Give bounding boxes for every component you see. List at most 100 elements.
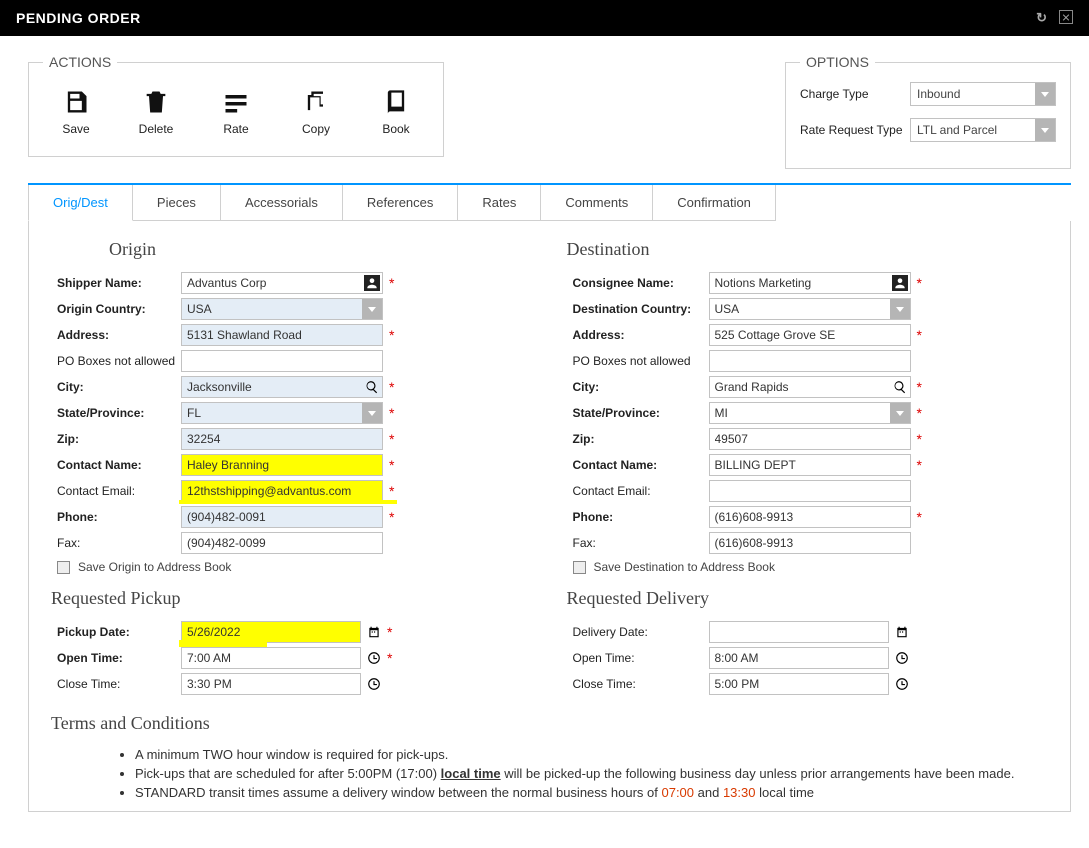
destination-phone-input[interactable] [709, 506, 911, 528]
pickup-close-label: Close Time: [57, 677, 181, 691]
origin-contact-email-input[interactable] [181, 480, 383, 502]
clock-icon[interactable] [893, 675, 911, 693]
destination-column: Destination Consignee Name: * Destinatio… [567, 235, 1049, 699]
origin-pobox-label: PO Boxes not allowed [57, 354, 181, 368]
save-origin-checkbox[interactable] [57, 561, 70, 574]
delivery-date-input[interactable] [709, 621, 889, 643]
pickup-open-input[interactable] [181, 647, 361, 669]
window-title: PENDING ORDER [16, 10, 141, 26]
calendar-icon[interactable] [365, 623, 383, 641]
destination-state-label: State/Province: [573, 406, 709, 420]
tab-strip: Orig/Dest Pieces Accessorials References… [28, 183, 1071, 221]
book-button[interactable]: Book [371, 88, 421, 136]
chevron-down-icon [1035, 83, 1055, 105]
pickup-date-label: Pickup Date: [57, 625, 181, 639]
tab-accessorials[interactable]: Accessorials [221, 185, 343, 221]
tab-references[interactable]: References [343, 185, 458, 221]
rate-button[interactable]: Rate [211, 88, 261, 136]
origin-phone-label: Phone: [57, 510, 181, 524]
save-icon [62, 88, 90, 116]
destination-fax-input[interactable] [709, 532, 911, 554]
options-legend: OPTIONS [800, 54, 875, 70]
origin-city-label: City: [57, 380, 181, 394]
book-icon [382, 88, 410, 116]
close-icon[interactable] [1059, 10, 1073, 24]
clock-icon[interactable] [365, 649, 383, 667]
chevron-down-icon [1035, 119, 1055, 141]
pickup-close-input[interactable] [181, 673, 361, 695]
tab-confirmation[interactable]: Confirmation [653, 185, 776, 221]
delivery-close-label: Close Time: [573, 677, 709, 691]
origin-contact-name-label: Contact Name: [57, 458, 181, 472]
destination-contact-name-input[interactable] [709, 454, 911, 476]
clock-icon[interactable] [365, 675, 383, 693]
origin-address-input[interactable] [181, 324, 383, 346]
chevron-down-icon [890, 403, 910, 423]
delivery-date-label: Delivery Date: [573, 625, 709, 639]
actions-legend: ACTIONS [43, 54, 117, 70]
contact-lookup-icon[interactable] [364, 275, 380, 291]
tab-panel-orig-dest: Origin Shipper Name: * Origin Country: U… [28, 221, 1071, 812]
destination-phone-label: Phone: [573, 510, 709, 524]
destination-state-select[interactable]: MI [709, 402, 911, 424]
destination-contact-email-input[interactable] [709, 480, 911, 502]
charge-type-label: Charge Type [800, 87, 910, 101]
destination-pobox-label: PO Boxes not allowed [573, 354, 709, 368]
origin-pobox-input[interactable] [181, 350, 383, 372]
tab-pieces[interactable]: Pieces [133, 185, 221, 221]
destination-pobox-input[interactable] [709, 350, 911, 372]
chevron-down-icon [362, 299, 382, 319]
charge-type-select[interactable]: Inbound [910, 82, 1056, 106]
delivery-open-input[interactable] [709, 647, 889, 669]
delete-button[interactable]: Delete [131, 88, 181, 136]
tab-orig-dest[interactable]: Orig/Dest [28, 185, 133, 221]
destination-fax-label: Fax: [573, 536, 709, 550]
save-destination-label: Save Destination to Address Book [594, 560, 775, 574]
window-header: PENDING ORDER ↻ [0, 0, 1089, 36]
origin-contact-name-input[interactable] [181, 454, 383, 476]
copy-button[interactable]: Copy [291, 88, 341, 136]
origin-state-select[interactable]: FL [181, 402, 383, 424]
highlight-annotation [179, 500, 397, 504]
contact-lookup-icon[interactable] [892, 275, 908, 291]
destination-country-select[interactable]: USA [709, 298, 911, 320]
clock-icon[interactable] [893, 649, 911, 667]
destination-heading: Destination [567, 239, 1049, 260]
tab-comments[interactable]: Comments [541, 185, 653, 221]
options-fieldset: OPTIONS Charge Type Inbound Rate Request… [785, 54, 1071, 169]
origin-fax-label: Fax: [57, 536, 181, 550]
terms-section: Terms and Conditions A minimum TWO hour … [51, 713, 1048, 803]
delete-icon [142, 88, 170, 116]
origin-heading: Origin [109, 239, 533, 260]
delivery-close-input[interactable] [709, 673, 889, 695]
terms-item: STANDARD transit times assume a delivery… [135, 784, 1048, 803]
calendar-icon[interactable] [893, 623, 911, 641]
origin-state-label: State/Province: [57, 406, 181, 420]
destination-city-label: City: [573, 380, 709, 394]
refresh-icon[interactable]: ↻ [1036, 10, 1047, 26]
shipper-name-input[interactable] [181, 272, 383, 294]
highlight-annotation [179, 640, 267, 647]
origin-country-select[interactable]: USA [181, 298, 383, 320]
tab-rates[interactable]: Rates [458, 185, 541, 221]
pickup-heading: Requested Pickup [51, 588, 533, 609]
destination-contact-name-label: Contact Name: [573, 458, 709, 472]
delivery-heading: Requested Delivery [567, 588, 1049, 609]
origin-zip-input[interactable] [181, 428, 383, 450]
destination-zip-input[interactable] [709, 428, 911, 450]
destination-zip-label: Zip: [573, 432, 709, 446]
origin-phone-input[interactable] [181, 506, 383, 528]
origin-fax-input[interactable] [181, 532, 383, 554]
rate-request-type-select[interactable]: LTL and Parcel [910, 118, 1056, 142]
destination-address-input[interactable] [709, 324, 911, 346]
save-button[interactable]: Save [51, 88, 101, 136]
search-icon[interactable] [892, 379, 908, 395]
destination-city-input[interactable] [709, 376, 911, 398]
save-destination-checkbox[interactable] [573, 561, 586, 574]
search-icon[interactable] [364, 379, 380, 395]
chevron-down-icon [362, 403, 382, 423]
consignee-name-input[interactable] [709, 272, 911, 294]
destination-address-label: Address: [573, 328, 709, 342]
origin-city-input[interactable] [181, 376, 383, 398]
required-mark: * [389, 275, 395, 291]
